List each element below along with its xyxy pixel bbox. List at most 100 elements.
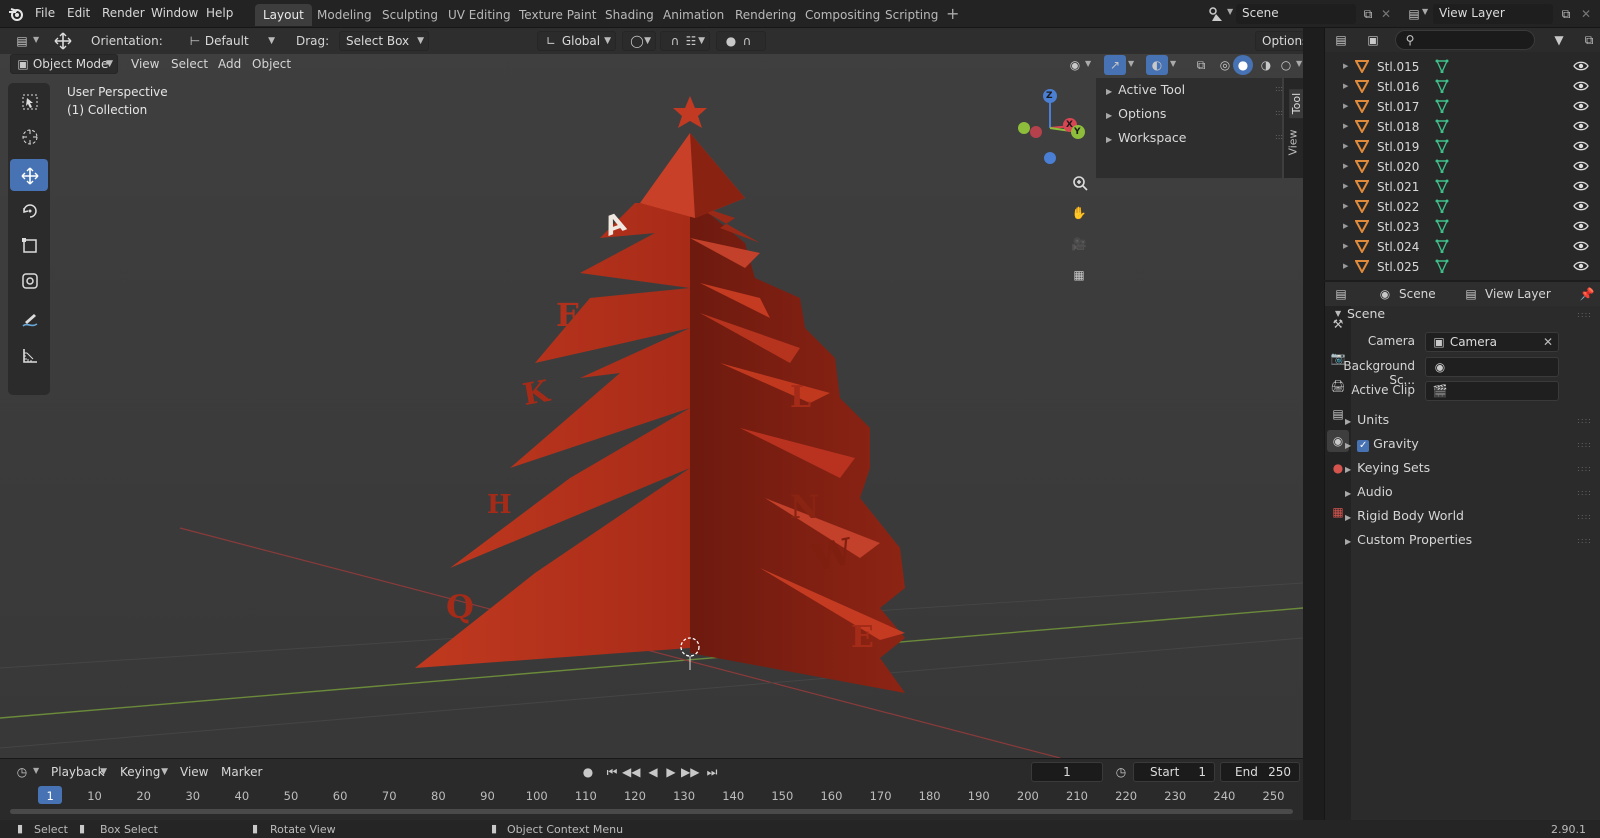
outliner-item[interactable]: ▶ Stl.015 xyxy=(1325,57,1600,77)
new-view-layer-icon[interactable]: ⧉ xyxy=(1558,6,1574,22)
timeline-editor-icon[interactable]: ◷ xyxy=(14,764,30,780)
tab-uv-editing[interactable]: UV Editing xyxy=(440,4,519,26)
shading-rendered-icon[interactable]: ○ xyxy=(1278,57,1294,73)
tab-scripting[interactable]: Scripting xyxy=(877,4,946,26)
tab-rendering[interactable]: Rendering xyxy=(727,4,804,26)
tab-shading[interactable]: Shading xyxy=(597,4,662,26)
expand-arrow-icon[interactable]: ▶ xyxy=(1343,222,1348,230)
pivot-point-dropdown[interactable]: ◯ ▼ xyxy=(622,31,656,51)
view-layer-field[interactable]: View Layer xyxy=(1433,4,1553,24)
section-gravity[interactable]: ▶ ✓ Gravity xyxy=(1345,436,1419,452)
new-collection-icon[interactable]: ⧉ xyxy=(1581,32,1597,48)
expand-arrow-icon[interactable]: ▶ xyxy=(1343,202,1348,210)
tab-compositing[interactable]: Compositing xyxy=(797,4,888,26)
tab-animation[interactable]: Animation xyxy=(655,4,732,26)
eye-icon[interactable] xyxy=(1573,179,1589,195)
add-workspace-icon[interactable]: + xyxy=(946,4,959,23)
drag-grip-icon[interactable]: :::: xyxy=(1577,464,1592,473)
tool-select-box[interactable] xyxy=(10,85,48,117)
orientation-dropdown[interactable]: ⊢ Default ▼ xyxy=(182,31,280,51)
texture-tab-icon[interactable]: ▦ xyxy=(1330,504,1346,520)
editor-type-icon[interactable]: ▤ xyxy=(14,33,30,49)
outliner-item[interactable]: ▶ Stl.025 xyxy=(1325,257,1600,277)
options-dropdown[interactable]: Options▼ xyxy=(1255,31,1303,51)
end-frame-field[interactable]: End 250 xyxy=(1220,762,1300,782)
menu-render[interactable]: Render xyxy=(102,6,145,20)
mesh-data-icon[interactable] xyxy=(1435,199,1451,215)
zoom-button[interactable] xyxy=(1064,167,1094,197)
transform-orientation-dropdown[interactable]: ∟ Global ▼ xyxy=(537,31,616,51)
outliner-search-input[interactable]: ⚲ xyxy=(1395,30,1535,50)
outliner-item[interactable]: ▶ Stl.021 xyxy=(1325,177,1600,197)
eye-icon[interactable] xyxy=(1573,59,1589,75)
jump-end-icon[interactable]: ⏭ xyxy=(704,764,720,780)
blender-logo-icon[interactable] xyxy=(8,6,24,22)
drag-dropdown[interactable]: Select Box ▼ xyxy=(339,31,429,51)
section-keying-sets[interactable]: ▶ Keying Sets xyxy=(1345,460,1430,475)
panel-expand-icon[interactable]: ▼ xyxy=(1335,309,1341,318)
playback-menu[interactable]: Playback ▼ xyxy=(44,762,112,782)
visibility-icon[interactable]: ◉ xyxy=(1067,57,1083,73)
outliner-item[interactable]: ▶ Stl.016 xyxy=(1325,77,1600,97)
stopwatch-icon[interactable]: ◷ xyxy=(1113,764,1129,780)
eye-icon[interactable] xyxy=(1573,99,1589,115)
eye-icon[interactable] xyxy=(1573,259,1589,275)
outliner-item[interactable]: ▶ Stl.019 xyxy=(1325,137,1600,157)
eye-icon[interactable] xyxy=(1573,139,1589,155)
prev-keyframe-icon[interactable]: ◀◀ xyxy=(622,764,640,780)
tool-cursor[interactable] xyxy=(10,120,48,152)
proportional-edit-dropdown[interactable]: ● ∩ xyxy=(716,31,766,51)
background-scene-field[interactable]: ◉ xyxy=(1425,357,1559,377)
expand-arrow-icon[interactable]: ▶ xyxy=(1343,162,1348,170)
tool-tab-icon[interactable]: ⚒ xyxy=(1330,316,1346,332)
mesh-data-icon[interactable] xyxy=(1435,139,1451,155)
mesh-data-icon[interactable] xyxy=(1435,99,1451,115)
mesh-data-icon[interactable] xyxy=(1435,59,1451,75)
gizmo-toggle-button[interactable]: ↗ xyxy=(1104,55,1126,75)
timeline-editor[interactable]: ◷ ▼ Playback ▼ Keying ▼ View Marker ● ⏮ ◀◀… xyxy=(0,758,1303,820)
menu-help[interactable]: Help xyxy=(206,6,233,20)
drag-grip-icon[interactable]: :::: xyxy=(1577,512,1592,521)
mesh-data-icon[interactable] xyxy=(1435,219,1451,235)
properties-editor-icon[interactable]: ▤ xyxy=(1333,286,1349,302)
menu-edit[interactable]: Edit xyxy=(67,6,90,20)
breadcrumb-scene[interactable]: Scene xyxy=(1399,287,1436,301)
start-frame-field[interactable]: Start 1 xyxy=(1133,762,1215,782)
camera-field[interactable]: ▣ Camera ✕ xyxy=(1425,332,1559,352)
eye-icon[interactable] xyxy=(1573,79,1589,95)
expand-arrow-icon[interactable]: ▶ xyxy=(1343,142,1348,150)
menu-file[interactable]: File xyxy=(35,6,55,20)
record-icon[interactable]: ● xyxy=(580,764,596,780)
current-frame-field[interactable]: 1 xyxy=(1031,762,1103,782)
tab-view[interactable]: View xyxy=(1287,129,1300,155)
mesh-data-icon[interactable] xyxy=(1435,239,1451,255)
clear-icon[interactable]: ✕ xyxy=(1543,333,1553,351)
outliner-item[interactable]: ▶ Stl.018 xyxy=(1325,117,1600,137)
mesh-data-icon[interactable] xyxy=(1435,179,1451,195)
outliner-editor-icon[interactable]: ▤ xyxy=(1333,32,1349,48)
tool-measure[interactable] xyxy=(10,339,48,371)
section-rigid-body-world[interactable]: ▶ Rigid Body World xyxy=(1345,508,1464,523)
drag-grip-icon[interactable]: :::: xyxy=(1577,440,1592,449)
expand-arrow-icon[interactable]: ▶ xyxy=(1343,262,1348,270)
viewport-menu-select[interactable]: Select xyxy=(171,53,208,75)
drag-grip-icon[interactable]: :::: xyxy=(1577,536,1592,545)
tool-rotate[interactable] xyxy=(10,194,48,226)
scene-name-field[interactable]: Scene xyxy=(1236,4,1356,24)
tab-tool[interactable]: Tool xyxy=(1289,88,1303,119)
3d-viewport[interactable]: A F K Q L W E N H ▤ ▼ Orientation: ⊢ Def… xyxy=(0,28,1303,758)
panel-workspace[interactable]: ▶ Workspace xyxy=(1106,128,1186,148)
tool-scale[interactable] xyxy=(10,229,48,261)
viewport-menu-view[interactable]: View xyxy=(131,53,159,75)
expand-arrow-icon[interactable]: ▶ xyxy=(1343,62,1348,70)
breadcrumb-view-layer[interactable]: View Layer xyxy=(1485,287,1551,301)
eye-icon[interactable] xyxy=(1573,219,1589,235)
section-units[interactable]: ▶ Units xyxy=(1345,412,1389,427)
camera-view-button[interactable]: 🎥 xyxy=(1064,229,1094,259)
expand-arrow-icon[interactable]: ▶ xyxy=(1343,242,1348,250)
timeline-menu-view[interactable]: View xyxy=(180,765,208,779)
expand-arrow-icon[interactable]: ▶ xyxy=(1343,122,1348,130)
world-tab-icon[interactable]: ● xyxy=(1330,460,1346,476)
pan-button[interactable]: ✋ xyxy=(1064,198,1094,228)
outliner-item[interactable]: ▶ Stl.022 xyxy=(1325,197,1600,217)
